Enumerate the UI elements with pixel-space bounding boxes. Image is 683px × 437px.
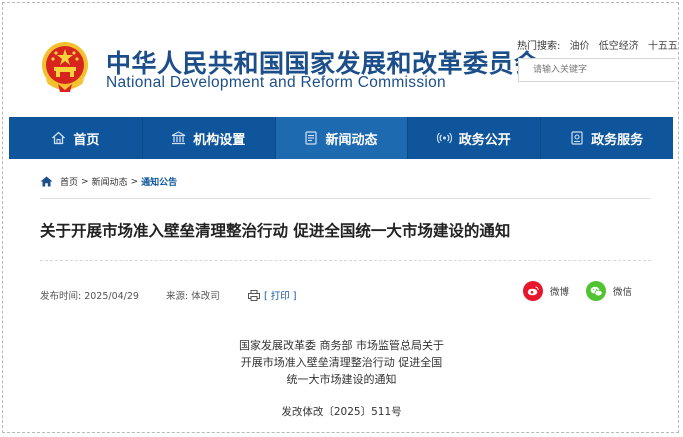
share-weibo-button[interactable]: 微博 xyxy=(523,281,569,301)
weibo-icon xyxy=(523,281,543,301)
hot-search-label: 热门搜索: xyxy=(517,41,561,52)
body-heading-line: 开展市场准入壁垒清理整治行动 促进全国 xyxy=(240,356,443,369)
site-name-en: National Development and Reform Commissi… xyxy=(106,74,446,91)
search-input[interactable] xyxy=(518,58,676,82)
printer-icon xyxy=(248,289,260,301)
share-weibo-label: 微博 xyxy=(550,287,570,298)
broadcast-icon xyxy=(436,132,452,144)
nav-label-gov-service: 政务服务 xyxy=(591,132,644,148)
nav-item-news[interactable]: 新闻动态 xyxy=(274,117,408,159)
institution-icon xyxy=(171,131,186,145)
breadcrumb-home[interactable]: 首页 xyxy=(60,175,78,188)
hot-keyword-oil-price[interactable]: 油价 xyxy=(570,41,590,52)
main-nav: 首页 机构设置 新闻动态 政务公开 政务服务 xyxy=(9,117,673,159)
nav-item-home[interactable]: 首页 xyxy=(9,117,142,159)
service-icon xyxy=(571,131,583,145)
share-wechat-label: 微信 xyxy=(613,287,633,298)
hot-search: 热门搜索: 油价 低空经济 十五五 xyxy=(517,37,678,52)
body-heading-line: 统一大市场建设的通知 xyxy=(286,373,397,386)
nav-label-news: 新闻动态 xyxy=(325,132,378,148)
divider xyxy=(40,198,651,199)
print-label: [ 打印 ] xyxy=(264,291,297,302)
national-emblem-icon xyxy=(42,42,88,92)
breadcrumb-separator: > xyxy=(130,176,139,187)
nav-label-home: 首页 xyxy=(73,132,100,148)
publish-date: 发布时间: 2025/04/29 xyxy=(40,291,139,302)
document-number: 发改体改〔2025〕511号 xyxy=(281,406,402,418)
hot-keyword-low-altitude[interactable]: 低空经济 xyxy=(599,41,639,52)
wechat-icon xyxy=(586,281,606,301)
divider xyxy=(40,260,651,262)
hot-keyword-15th-plan[interactable]: 十五五 xyxy=(648,41,678,52)
nav-label-gov-affairs: 政务公开 xyxy=(458,132,511,148)
article-title: 关于开展市场准入壁垒清理整治行动 促进全国统一大市场建设的通知 xyxy=(40,222,511,240)
breadcrumb-notices[interactable]: 通知公告 xyxy=(141,175,177,188)
print-button[interactable]: [ 打印 ] xyxy=(248,288,296,302)
article-source: 来源: 体改司 xyxy=(166,291,220,302)
breadcrumb-separator: > xyxy=(81,176,89,187)
home-icon xyxy=(52,131,66,145)
nav-label-institution: 机构设置 xyxy=(193,132,246,148)
news-icon xyxy=(305,131,318,145)
share-wechat-button[interactable]: 微信 xyxy=(586,281,632,301)
breadcrumb: 首页 > 新闻动态 > 通知公告 xyxy=(40,175,177,188)
nav-item-gov-affairs[interactable]: 政务公开 xyxy=(407,117,540,159)
home-icon xyxy=(40,176,53,187)
nav-item-gov-service[interactable]: 政务服务 xyxy=(540,117,673,159)
nav-item-institution[interactable]: 机构设置 xyxy=(141,117,275,159)
breadcrumb-news[interactable]: 新闻动态 xyxy=(92,175,128,188)
body-heading-line: 国家发展改革委 商务部 市场监管总局关于 xyxy=(239,339,444,352)
